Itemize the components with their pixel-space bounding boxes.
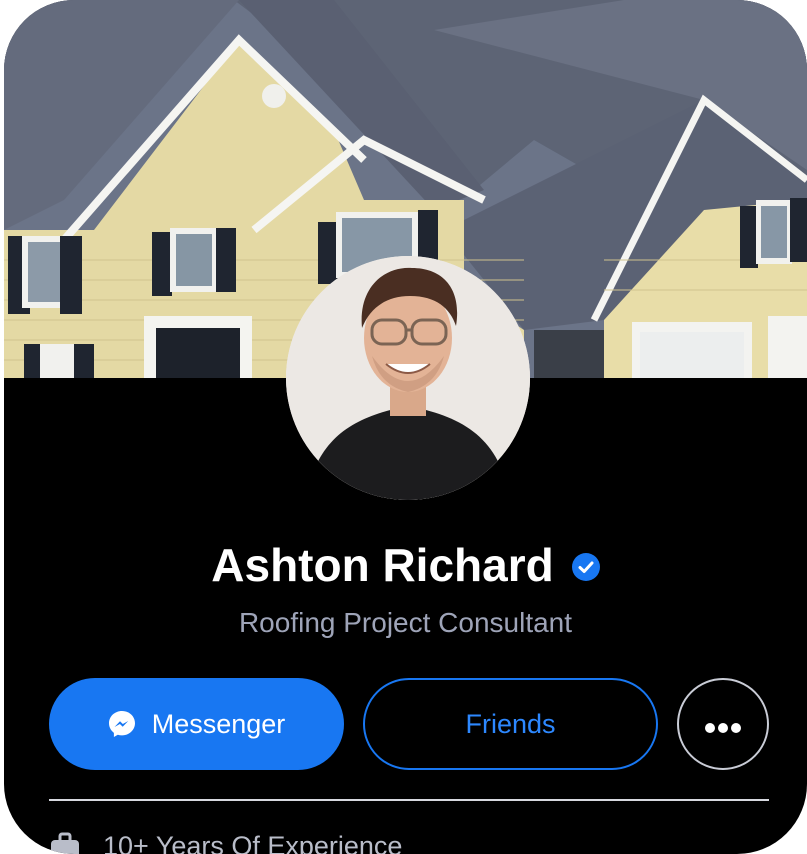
experience-text: 10+ Years Of Experience <box>103 830 403 854</box>
profile-name: Ashton Richard <box>211 539 554 591</box>
profile-card: Ashton Richard Roofing Project Consultan… <box>4 0 807 854</box>
ellipsis-icon <box>705 709 741 740</box>
briefcase-icon <box>49 832 81 854</box>
more-options-button[interactable] <box>677 678 769 770</box>
friends-button[interactable]: Friends <box>363 678 658 770</box>
experience-row: 10+ Years Of Experience <box>49 826 402 854</box>
profile-title: Roofing Project Consultant <box>238 607 573 638</box>
messenger-icon <box>108 710 136 738</box>
friends-button-label: Friends <box>465 708 556 739</box>
messenger-button-label: Messenger <box>151 708 286 739</box>
avatar-portrait-icon <box>286 256 530 500</box>
divider <box>49 799 769 801</box>
verified-badge-icon <box>571 536 600 594</box>
messenger-button[interactable]: Messenger <box>49 678 344 770</box>
avatar[interactable] <box>286 256 530 500</box>
profile-name-row: Ashton Richard <box>4 536 807 598</box>
